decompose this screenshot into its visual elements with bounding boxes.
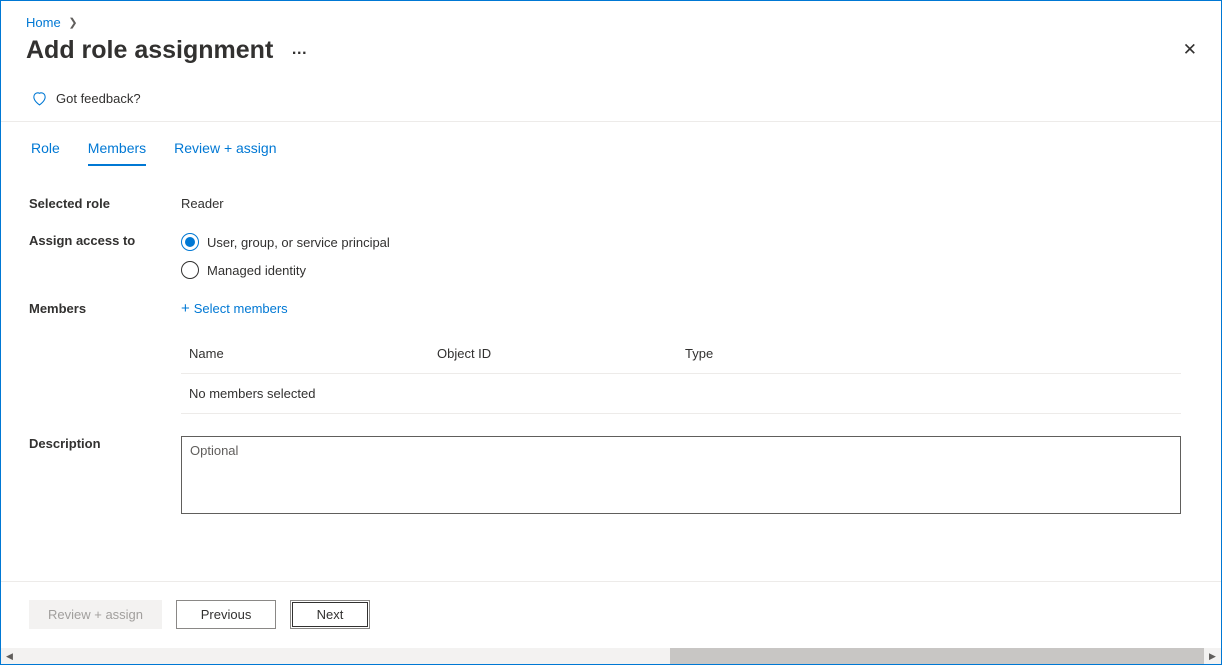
heart-icon bbox=[31, 90, 48, 107]
selected-role-value: Reader bbox=[181, 196, 1193, 211]
close-icon: ✕ bbox=[1183, 40, 1197, 59]
radio-managed-identity[interactable]: Managed identity bbox=[181, 261, 1193, 279]
page-title-text: Add role assignment bbox=[26, 36, 273, 65]
selected-role-label: Selected role bbox=[29, 196, 181, 211]
table-header-name: Name bbox=[189, 346, 437, 361]
tabs: Role Members Review + assign bbox=[1, 122, 1221, 166]
scroll-left-arrow-icon[interactable]: ◀ bbox=[1, 648, 18, 665]
tab-role[interactable]: Role bbox=[31, 140, 60, 166]
members-table: Name Object ID Type No members selected bbox=[181, 334, 1181, 414]
next-button[interactable]: Next bbox=[290, 600, 370, 629]
content-scroll-area[interactable]: Role Members Review + assign Selected ro… bbox=[1, 122, 1221, 581]
plus-icon: + bbox=[181, 301, 190, 316]
table-header-objectid: Object ID bbox=[437, 346, 685, 361]
radio-managed-identity-label: Managed identity bbox=[207, 263, 306, 278]
radio-user-group-label: User, group, or service principal bbox=[207, 235, 390, 250]
table-empty-row: No members selected bbox=[181, 374, 1181, 414]
close-button[interactable]: ✕ bbox=[1177, 34, 1203, 66]
page-title: Add role assignment … bbox=[26, 36, 309, 65]
chevron-right-icon: ❯ bbox=[68, 17, 77, 29]
feedback-label: Got feedback? bbox=[56, 91, 141, 106]
tab-members[interactable]: Members bbox=[88, 140, 146, 166]
radio-unselected-icon bbox=[181, 261, 199, 279]
scrollbar-thumb[interactable] bbox=[670, 648, 1204, 664]
select-members-link[interactable]: + Select members bbox=[181, 301, 1193, 316]
description-input[interactable] bbox=[181, 436, 1181, 514]
radio-user-group-principal[interactable]: User, group, or service principal bbox=[181, 233, 1193, 251]
breadcrumb: Home ❯ bbox=[1, 1, 1221, 30]
previous-button[interactable]: Previous bbox=[176, 600, 276, 629]
feedback-link[interactable]: Got feedback? bbox=[1, 66, 1221, 121]
table-header-type: Type bbox=[685, 346, 1173, 361]
review-assign-button: Review + assign bbox=[29, 600, 162, 629]
scroll-right-arrow-icon[interactable]: ▶ bbox=[1204, 648, 1221, 665]
members-label: Members bbox=[29, 301, 181, 316]
select-members-text: Select members bbox=[194, 301, 288, 316]
radio-selected-icon bbox=[181, 233, 199, 251]
description-label: Description bbox=[29, 436, 181, 451]
tab-review-assign[interactable]: Review + assign bbox=[174, 140, 276, 166]
assign-access-label: Assign access to bbox=[29, 233, 181, 248]
more-actions-icon[interactable]: … bbox=[291, 41, 309, 59]
breadcrumb-home-link[interactable]: Home bbox=[26, 15, 61, 30]
footer: Review + assign Previous Next bbox=[1, 581, 1221, 647]
horizontal-scrollbar[interactable]: ◀ ▶ bbox=[1, 647, 1221, 664]
